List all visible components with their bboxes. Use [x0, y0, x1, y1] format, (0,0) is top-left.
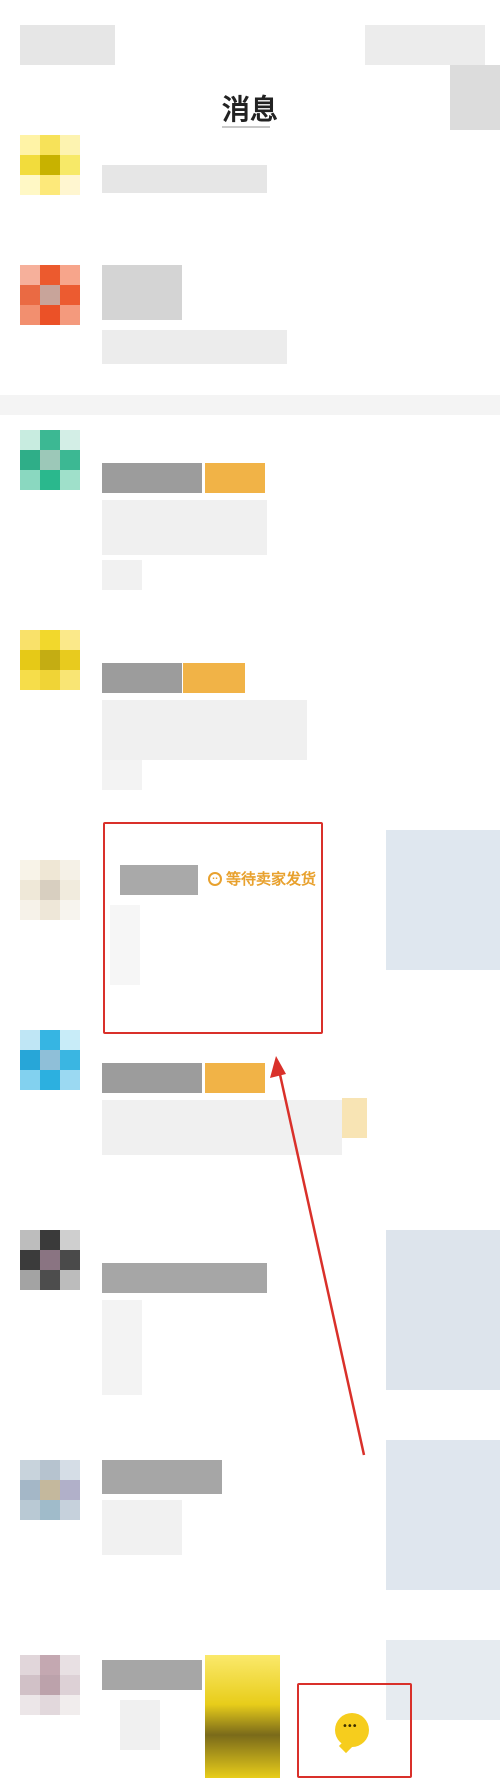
- arrow-annotation: [270, 1056, 366, 1456]
